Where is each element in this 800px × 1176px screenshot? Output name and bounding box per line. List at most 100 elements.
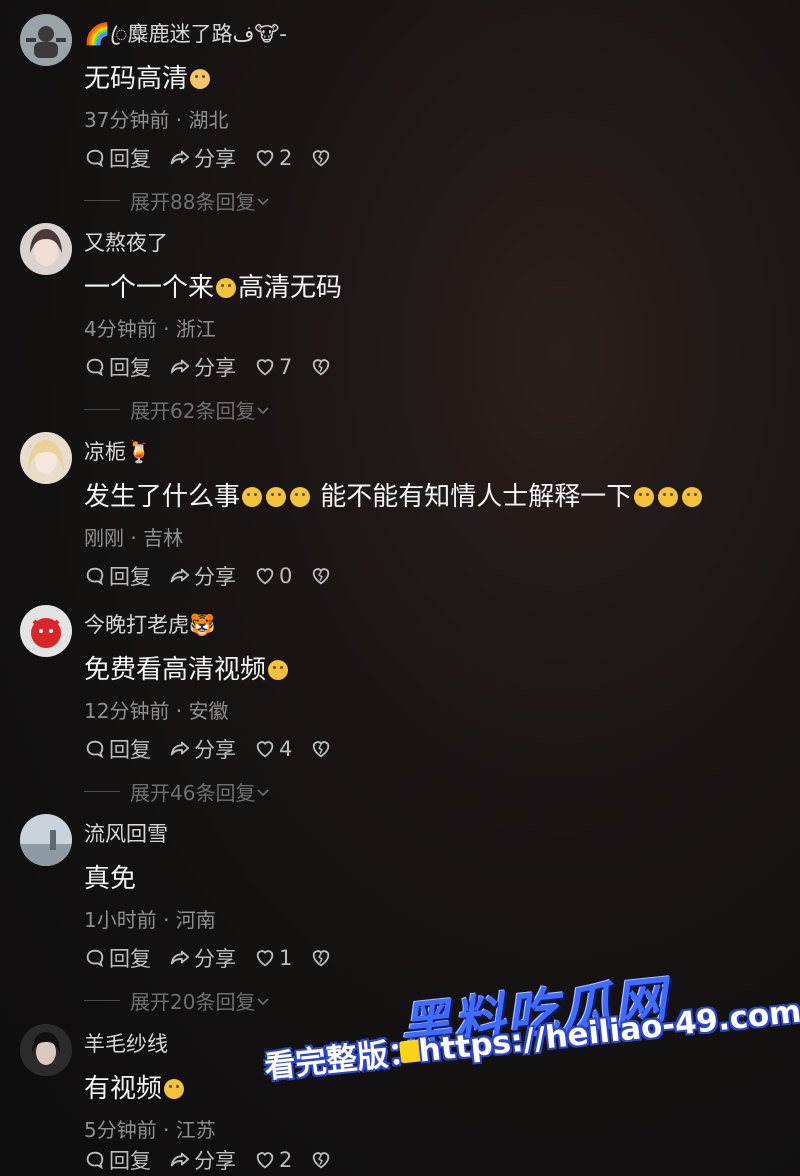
divider (84, 1000, 120, 1001)
reply-button[interactable]: 回复 (84, 1145, 151, 1175)
avatar[interactable] (20, 432, 72, 484)
thinking-emoji-icon (164, 1079, 185, 1099)
comment-text: 有视频 (84, 1068, 186, 1105)
dislike-button[interactable] (310, 738, 335, 760)
heart-icon (256, 950, 274, 967)
reply-button[interactable]: 回复 (84, 943, 151, 973)
like-button[interactable]: 7 (254, 355, 292, 379)
cat-emoji-icon (190, 69, 211, 89)
comment-item: 流风回雪 真免 1小时前 · 河南 回复 分享 1 展开20条回复 (0, 814, 800, 1014)
dizzy-emoji-icon (658, 487, 679, 507)
avatar[interactable] (20, 814, 72, 866)
share-label: 分享 (194, 147, 236, 171)
share-button[interactable]: 分享 (169, 143, 236, 173)
heart-icon (256, 1152, 274, 1169)
like-button[interactable]: 2 (254, 1148, 292, 1172)
share-label: 分享 (194, 738, 236, 762)
reply-button[interactable]: 回复 (84, 143, 151, 173)
divider (84, 200, 120, 201)
comment-actions: 回复 分享 4 (84, 733, 353, 765)
username[interactable]: 流风回雪 (84, 818, 168, 848)
share-label: 分享 (194, 565, 236, 589)
expand-replies-button[interactable]: 展开62条回复 (84, 395, 271, 424)
reply-label: 回复 (109, 565, 151, 589)
comment-actions: 回复 分享 2 (84, 142, 353, 174)
dislike-button[interactable] (310, 147, 335, 169)
avatar[interactable] (20, 223, 72, 275)
divider (84, 409, 120, 410)
heart-icon (256, 359, 274, 376)
chevron-down-icon (257, 406, 270, 414)
like-count: 2 (279, 1148, 293, 1172)
avatar[interactable] (20, 14, 72, 66)
avatar[interactable] (20, 605, 72, 657)
comment-item: 凉栀🍹 发生了什么事 能不能有知情人士解释一下 刚刚 · 吉林 回复 分享 0 (0, 432, 800, 592)
laughing-emoji-icon (268, 660, 289, 680)
like-count: 7 (279, 355, 293, 379)
dislike-button[interactable] (310, 356, 335, 378)
username[interactable]: 今晚打老虎🐯 (84, 609, 215, 639)
time-location: 12分钟前 · 安徽 (84, 699, 229, 723)
username[interactable]: 凉栀🍹 (84, 436, 152, 466)
username[interactable]: 🌈ꦿ麋鹿迷了路ف🐮- (84, 18, 287, 61)
share-button[interactable]: 分享 (169, 734, 236, 764)
dislike-button[interactable] (310, 1149, 335, 1171)
smile-emoji-icon (216, 278, 237, 298)
reply-label: 回复 (109, 947, 151, 971)
time-location: 刚刚 · 吉林 (84, 526, 184, 550)
like-button[interactable]: 1 (254, 946, 292, 970)
dizzy-emoji-icon (242, 487, 263, 507)
reply-button[interactable]: 回复 (84, 734, 151, 764)
share-arrow-icon (170, 1152, 190, 1167)
username[interactable]: 又熬夜了 (84, 227, 168, 257)
username[interactable]: 羊毛纱线 (84, 1028, 168, 1058)
share-button[interactable]: 分享 (169, 1145, 236, 1175)
like-button[interactable]: 2 (254, 146, 292, 170)
comment-text: 发生了什么事 能不能有知情人士解释一下 (84, 476, 704, 513)
chevron-down-icon (257, 997, 270, 1005)
reply-bubble-icon (86, 1151, 104, 1170)
like-button[interactable]: 4 (254, 737, 292, 761)
comment-text: 真免 (84, 864, 137, 894)
reply-bubble-icon (86, 740, 104, 759)
chevron-down-icon (257, 197, 270, 205)
reply-bubble-icon (86, 149, 104, 168)
dizzy-emoji-icon (266, 487, 287, 507)
share-button[interactable]: 分享 (169, 943, 236, 973)
comment-actions: 回复 分享 1 (84, 942, 353, 974)
broken-heart-icon (313, 150, 330, 167)
share-arrow-icon (170, 359, 190, 374)
expand-replies-button[interactable]: 展开88条回复 (84, 186, 271, 215)
broken-heart-icon (313, 950, 330, 967)
time-location: 1小时前 · 河南 (84, 908, 216, 932)
share-arrow-icon (170, 741, 190, 756)
expand-replies-button[interactable]: 展开20条回复 (84, 986, 271, 1015)
share-arrow-icon (170, 950, 190, 965)
dizzy-emoji-icon (290, 487, 311, 507)
time-location: 37分钟前 · 湖北 (84, 108, 229, 132)
dislike-button[interactable] (310, 565, 335, 587)
broken-heart-icon (313, 741, 330, 758)
share-label: 分享 (194, 947, 236, 971)
share-button[interactable]: 分享 (169, 561, 236, 591)
reply-button[interactable]: 回复 (84, 561, 151, 591)
comment-actions: 回复 分享 7 (84, 351, 353, 383)
expand-replies-button[interactable]: 展开46条回复 (84, 777, 271, 806)
dizzy-emoji-icon (634, 487, 655, 507)
like-button[interactable]: 0 (254, 564, 292, 588)
reply-bubble-icon (86, 567, 104, 586)
like-count: 4 (279, 737, 293, 761)
dislike-button[interactable] (310, 947, 335, 969)
comment-text: 无码高清 (84, 58, 212, 95)
reply-label: 回复 (109, 147, 151, 171)
share-button[interactable]: 分享 (169, 352, 236, 382)
reply-bubble-icon (86, 949, 104, 968)
comment-item: 又熬夜了 一个一个来 高清无码 4分钟前 · 浙江 回复 分享 7 展开62条回复 (0, 223, 800, 423)
time-location: 4分钟前 · 浙江 (84, 317, 216, 341)
heart-icon (256, 150, 274, 167)
heart-icon (256, 741, 274, 758)
share-arrow-icon (170, 568, 190, 583)
comment-text: 免费看高清视频 (84, 649, 290, 686)
reply-button[interactable]: 回复 (84, 352, 151, 382)
avatar[interactable] (20, 1024, 72, 1076)
